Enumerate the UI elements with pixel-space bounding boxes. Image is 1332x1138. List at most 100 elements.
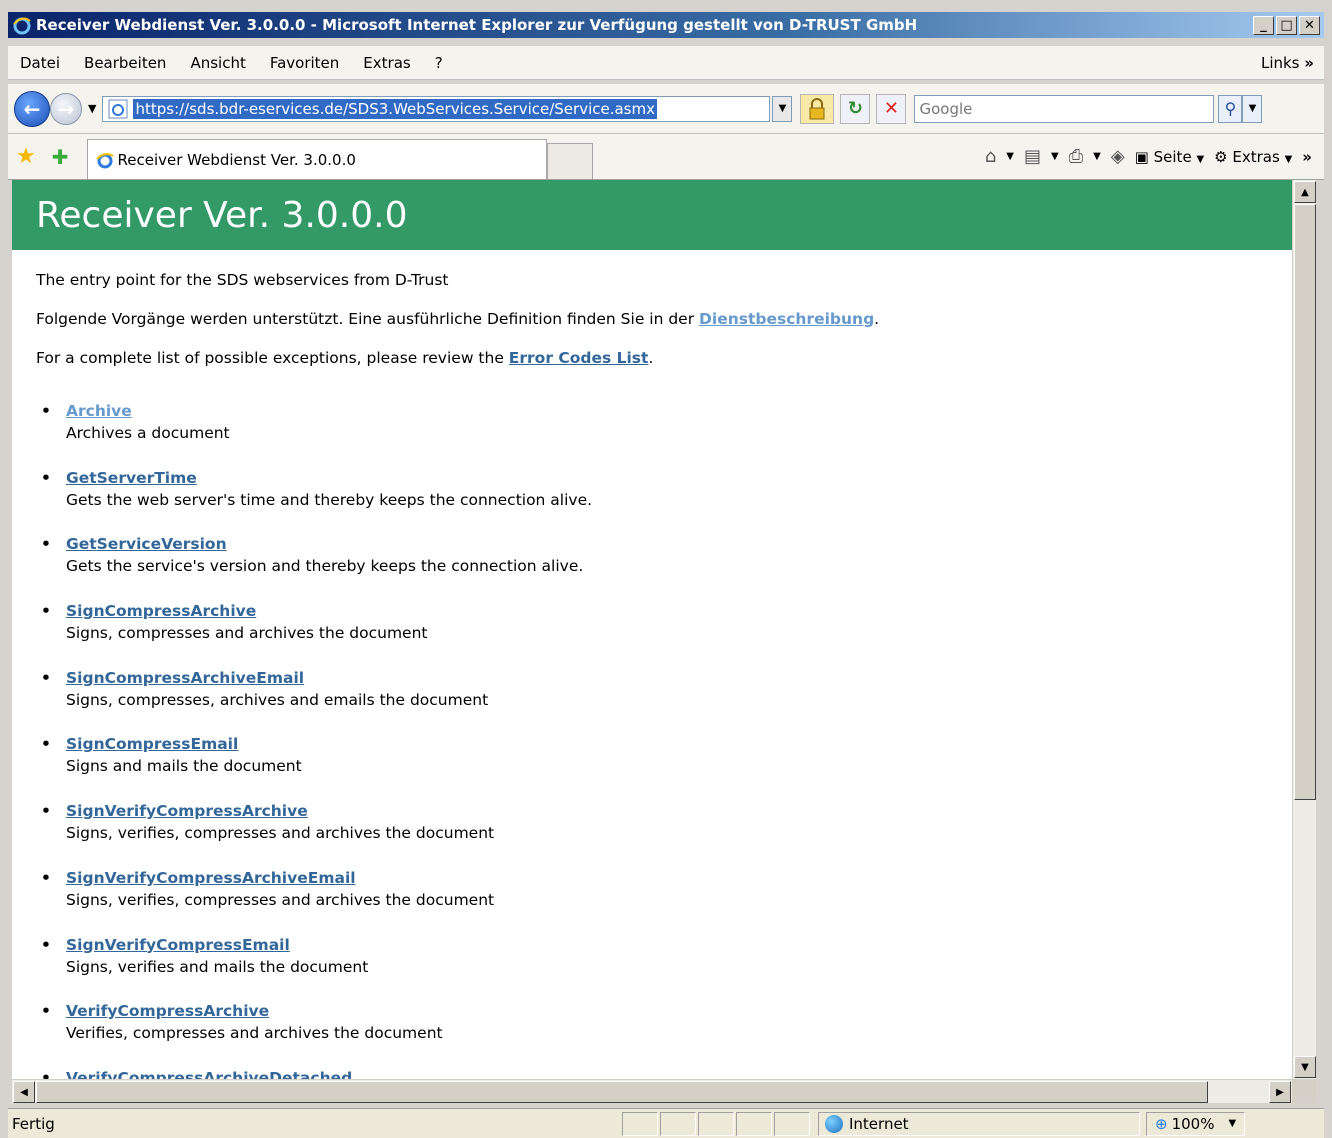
refresh-button[interactable]: ↻: [840, 93, 871, 124]
operation-link[interactable]: SignCompressArchive: [66, 602, 256, 620]
favorites-star-icon[interactable]: ★: [16, 144, 36, 169]
list-item: SignVerifyCompressArchiveEmail Signs, ver…: [41, 867, 1292, 934]
error-codes-prefix: For a complete list of possible exceptio…: [36, 349, 509, 367]
feeds-dropdown-icon[interactable]: ▼: [1051, 151, 1059, 162]
operation-description: Signs, compresses, archives and emails t…: [66, 690, 489, 709]
operation-link[interactable]: SignCompressArchiveEmail: [66, 669, 304, 687]
search-button[interactable]: ⚲: [1218, 94, 1243, 123]
status-cell: [698, 1111, 734, 1136]
scroll-left-button[interactable]: ◀: [13, 1081, 35, 1103]
internet-explorer-icon: [13, 17, 31, 35]
list-item: SignCompressEmail Signs and mails the doc…: [41, 733, 1292, 800]
operation-link[interactable]: SignVerifyCompressArchive: [66, 802, 308, 820]
gear-icon: ⚙: [1214, 147, 1228, 166]
description-paragraph: Folgende Vorgänge werden unterstützt. Ei…: [36, 309, 1268, 329]
operation-link[interactable]: GetServerTime: [66, 469, 197, 487]
operation-link[interactable]: SignCompressEmail: [66, 735, 238, 753]
scroll-up-button[interactable]: ▲: [1294, 181, 1316, 203]
list-item: SignVerifyCompressEmail Signs, verifies a…: [41, 934, 1292, 1001]
page-heading: Receiver Ver. 3.0.0.0: [12, 180, 1292, 250]
home-dropdown-icon[interactable]: ▼: [1006, 151, 1014, 162]
vertical-scrollbar[interactable]: ▲ ▼: [1292, 180, 1316, 1079]
address-row: ← → ▼ https://sds.bdr-eservices.de/SDS3.…: [8, 84, 1324, 134]
zoom-control[interactable]: ⊕ 100% ▼: [1146, 1111, 1246, 1136]
address-bar[interactable]: https://sds.bdr-eservices.de/SDS3.WebSer…: [102, 95, 771, 122]
menu-datei[interactable]: Datei: [8, 54, 72, 72]
add-favorite-icon[interactable]: ✚: [52, 145, 69, 169]
horizontal-scroll-thumb[interactable]: [36, 1081, 1208, 1103]
tab-receiver-webdienst[interactable]: Receiver Webdienst Ver. 3.0.0.0: [86, 139, 547, 179]
security-zone[interactable]: Internet: [818, 1111, 1140, 1136]
stop-icon: ✕: [883, 98, 900, 119]
scrollbar-corner: [1292, 1079, 1316, 1103]
menu-help[interactable]: ?: [423, 54, 455, 72]
operation-link[interactable]: SignVerifyCompressArchiveEmail: [66, 869, 356, 887]
links-chevron-icon: »: [1304, 53, 1314, 72]
operation-link[interactable]: GetServiceVersion: [66, 535, 227, 553]
tab-title: Receiver Webdienst Ver. 3.0.0.0: [117, 150, 356, 169]
tools-menu-label: Extras: [1232, 147, 1280, 166]
operation-description: Gets the service's version and thereby k…: [66, 557, 584, 576]
description-prefix: Folgende Vorgänge werden unterstützt. Ei…: [36, 310, 700, 328]
page-menu-caret-icon: ▼: [1196, 153, 1205, 165]
operation-link[interactable]: VerifyCompressArchiveDetached: [66, 1069, 352, 1079]
address-url[interactable]: https://sds.bdr-eservices.de/SDS3.WebSer…: [133, 98, 657, 119]
back-arrow-icon: ←: [23, 96, 41, 121]
research-icon[interactable]: ◈: [1111, 146, 1125, 167]
zoom-level: 100%: [1171, 1114, 1215, 1133]
operation-link[interactable]: VerifyCompressArchive: [66, 1002, 269, 1020]
operation-link[interactable]: Archive: [66, 402, 132, 420]
error-codes-link[interactable]: Error Codes List: [509, 349, 649, 367]
menu-ansicht[interactable]: Ansicht: [178, 54, 257, 72]
menu-bearbeiten[interactable]: Bearbeiten: [72, 54, 178, 72]
dienstbeschreibung-link[interactable]: Dienstbeschreibung: [699, 310, 874, 328]
search-icon: ⚲: [1224, 99, 1237, 118]
scroll-right-button[interactable]: ▶: [1269, 1081, 1291, 1103]
intro-section: The entry point for the SDS webservices …: [12, 270, 1292, 368]
maximize-button[interactable]: □: [1276, 15, 1297, 35]
address-dropdown-button[interactable]: ▼: [772, 95, 793, 122]
status-cell: [660, 1111, 696, 1136]
history-dropdown-icon[interactable]: ▼: [88, 102, 96, 115]
operation-description: Signs and mails the document: [66, 757, 302, 776]
list-item: Archive Archives a document: [41, 400, 1292, 467]
lock-icon: [809, 97, 825, 119]
horizontal-scrollbar[interactable]: ◀ ▶: [12, 1079, 1292, 1103]
operation-description: Signs, verifies, compresses and archives…: [66, 824, 495, 843]
print-icon[interactable]: ⎙: [1069, 146, 1083, 167]
security-lock-button[interactable]: [800, 93, 835, 124]
operation-description: Signs, verifies, compresses and archives…: [66, 890, 495, 909]
close-button[interactable]: ✕: [1299, 15, 1320, 35]
zoom-icon: ⊕: [1155, 1114, 1168, 1133]
vertical-scroll-thumb[interactable]: [1294, 204, 1316, 800]
list-item: VerifyCompressArchiveDetached: [41, 1067, 1292, 1079]
print-dropdown-icon[interactable]: ▼: [1093, 151, 1101, 162]
globe-icon: [825, 1114, 843, 1133]
page-content: Receiver Ver. 3.0.0.0 The entry point fo…: [12, 180, 1292, 1079]
search-input[interactable]: Google: [914, 94, 1215, 123]
operation-description: Signs, compresses and archives the docum…: [66, 624, 428, 643]
window-title: Receiver Webdienst Ver. 3.0.0.0 - Micros…: [36, 16, 918, 34]
menu-bar: Datei Bearbeiten Ansicht Favoriten Extra…: [8, 46, 1324, 80]
feeds-icon[interactable]: ▤: [1024, 146, 1041, 167]
menu-extras[interactable]: Extras: [351, 54, 422, 72]
minimize-button[interactable]: _: [1253, 15, 1274, 35]
page-menu-label: Seite: [1153, 147, 1192, 166]
list-item: SignCompressArchive Signs, compresses and…: [41, 600, 1292, 667]
search-options-dropdown[interactable]: ▼: [1242, 94, 1263, 123]
tab-ie-icon: [95, 152, 114, 168]
links-toolbar[interactable]: Links »: [1261, 54, 1324, 72]
stop-button[interactable]: ✕: [876, 93, 907, 124]
menu-favoriten[interactable]: Favoriten: [258, 54, 351, 72]
page-menu[interactable]: ▣ Seite ▼: [1135, 148, 1204, 166]
command-chevron-icon[interactable]: »: [1302, 148, 1312, 166]
forward-button[interactable]: →: [50, 92, 82, 125]
back-button[interactable]: ←: [14, 90, 50, 127]
scroll-down-button[interactable]: ▼: [1294, 1056, 1316, 1078]
home-icon[interactable]: ⌂: [985, 146, 996, 167]
tools-menu[interactable]: ⚙ Extras ▼: [1214, 148, 1292, 166]
new-tab-button[interactable]: [546, 143, 593, 179]
error-codes-paragraph: For a complete list of possible exceptio…: [36, 348, 1268, 368]
operation-description: Gets the web server's time and thereby k…: [66, 490, 593, 509]
operation-link[interactable]: SignVerifyCompressEmail: [66, 936, 290, 954]
